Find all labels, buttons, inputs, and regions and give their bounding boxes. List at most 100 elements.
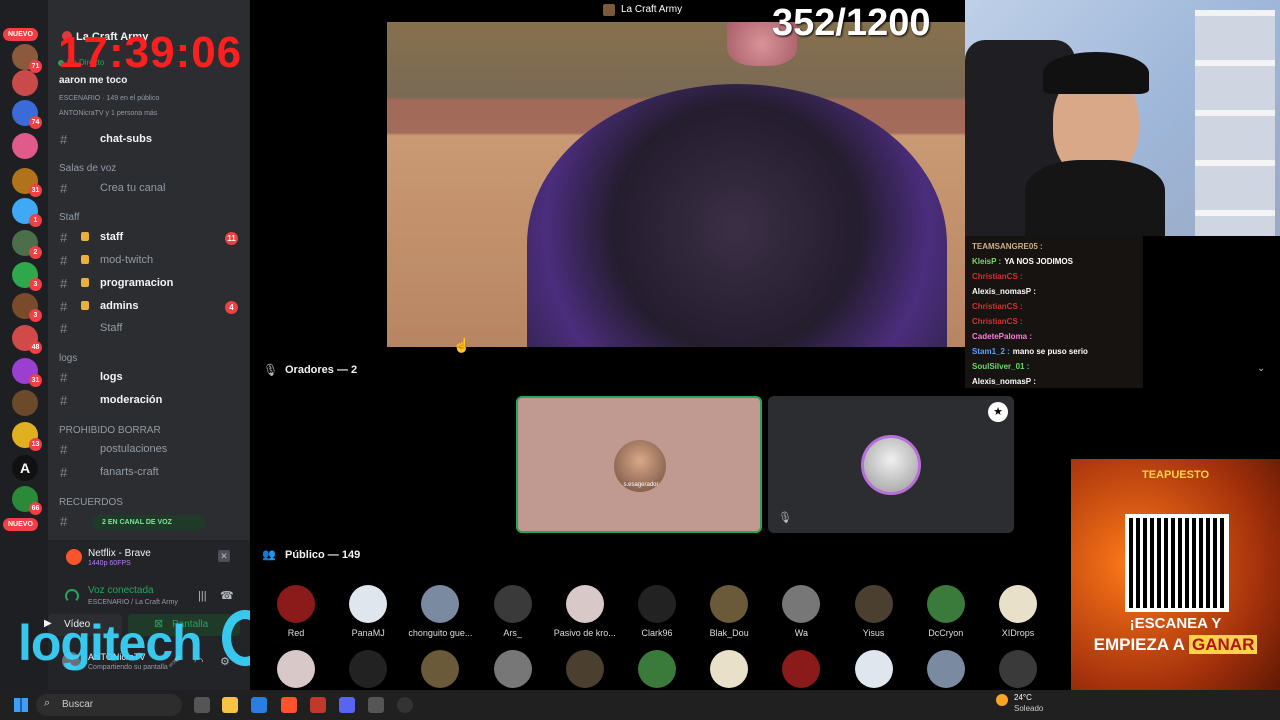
voice-status[interactable]: Voz conectada [88,585,154,596]
server-icon[interactable]: 13 [12,422,42,451]
server-icon[interactable]: 71 [12,44,42,73]
lock-icon [81,232,89,241]
brave-icon[interactable] [281,697,297,713]
ad-line3: GANAR [1189,635,1258,654]
server-icon[interactable]: 3 [12,293,42,322]
channel-item[interactable]: # chat-subs [48,130,250,150]
audience-avatar[interactable] [854,650,893,688]
chat-message: ChristianCS : [972,272,1026,281]
channel-item[interactable]: # postulaciones [48,440,250,460]
channel-item[interactable]: # admins 4 [48,297,250,317]
audience-avatar[interactable] [638,585,676,623]
chat-text: YA NOS JODIMOS [1004,257,1073,266]
audience-avatar[interactable] [493,650,532,688]
channel-item[interactable]: # staff 11 [48,228,250,248]
audience-avatar[interactable] [854,585,893,623]
hash-icon: # [60,181,68,196]
mention-count-badge: 11 [225,232,238,245]
clock-overlay: 17:39:06 [58,28,243,77]
server-icon[interactable]: 1 [12,198,42,227]
audience-avatar[interactable] [565,585,604,623]
windows-start-icon[interactable] [14,698,28,712]
audience-avatar[interactable] [999,650,1037,688]
channel-name: chat-subs [100,133,152,145]
close-icon[interactable]: ✕ [218,550,230,562]
star-icon[interactable]: ★ [988,402,1008,422]
speaker-tile[interactable]: s.esagerador [516,396,762,533]
audience-avatar[interactable] [349,650,388,688]
audience-avatar[interactable] [710,585,749,623]
server-icon[interactable] [12,133,38,159]
hash-icon: # [60,465,68,480]
sponsor-ad: TEAPUESTO ¡ESCANEA Y EMPIEZA A GANAR [1071,459,1280,720]
audience-avatar[interactable] [926,585,965,623]
chat-message: CadetePaloma : [972,332,1035,341]
channel-item[interactable]: # Staff [48,319,250,339]
channel-name: postulaciones [100,443,168,455]
channel-category[interactable]: Salas de voz [59,163,116,174]
channel-item[interactable]: # programacion [48,274,250,294]
discord-icon[interactable] [339,697,355,713]
task-view-icon[interactable] [194,697,210,713]
server-icon[interactable]: 3 [12,262,42,291]
muted-mic-icon: 🎙 [778,512,792,524]
audience-avatar[interactable] [349,585,388,623]
channel-item[interactable]: # mod-twitch [48,251,250,271]
logitech-logo: logitech [18,615,203,671]
event-info: ESCENARIO · 149 en el público [59,95,160,102]
app-icon[interactable] [310,697,326,713]
audience-avatar[interactable] [999,585,1037,623]
chat-username: Alexis_nomasP : [972,287,1036,296]
audience-avatar[interactable] [710,650,749,688]
audience-name: XIDrops [1001,628,1035,638]
audience-avatar[interactable] [638,650,676,688]
server-icon[interactable] [12,390,38,416]
screen-share-stream[interactable] [387,22,965,347]
weather-desc[interactable]: Soleado [1014,704,1043,713]
chat-username: ChristianCS : [972,317,1023,326]
chevron-down-icon[interactable]: ⌄ [1257,363,1265,374]
server-icon[interactable]: 74 [12,100,42,129]
file-explorer-icon[interactable] [222,697,238,713]
channel-category[interactable]: RECUERDOS [59,497,123,508]
new-badge: NUEVO [3,518,38,531]
disconnect-icon[interactable]: ☎ [220,589,234,602]
channel-item[interactable]: # fanarts-craft [48,463,250,483]
audience-avatar[interactable] [277,650,315,688]
audience-avatar[interactable] [565,650,604,688]
ad-line2-group: EMPIEZA A GANAR [1071,635,1280,655]
voice-count-pill[interactable]: 2 EN CANAL DE VOZ [92,515,206,530]
server-icon[interactable]: 48 [12,325,42,354]
speaker-tile[interactable]: ★ [768,396,1014,533]
server-icon[interactable]: 31 [12,358,42,387]
voice-location[interactable]: ESCENARIO / La Craft Army [88,599,178,606]
chat-message: Alexis_nomasP : [972,377,1039,386]
channel-category[interactable]: logs [59,353,77,364]
hash-icon: # [60,370,68,385]
channel-sidebar: La Craft Army En Directo aaron me toco E… [44,0,250,690]
chat-username: TEAMSANGRE05 : [972,242,1043,251]
channel-name: staff [100,231,124,243]
noise-icon[interactable]: ||| [198,590,207,602]
server-icon[interactable]: 2 [12,230,42,259]
channel-category[interactable]: Staff [59,212,79,223]
server-icon[interactable]: A [12,455,38,481]
server-icon[interactable]: 31 [12,168,42,197]
channel-item[interactable]: # Crea tu canal [48,179,250,199]
obs-icon[interactable] [397,697,413,713]
server-icon[interactable]: 66 [12,486,42,515]
store-icon[interactable] [251,697,267,713]
audience-avatar[interactable] [277,585,315,623]
settings-icon[interactable] [368,697,384,713]
channel-category[interactable]: PROHIBIDO BORRAR [59,425,161,436]
streamer-cap [1043,52,1149,94]
channel-item[interactable]: # logs [48,368,250,388]
channel-name: Staff [100,322,123,334]
speaker-tile-label: s.esagerador [623,482,659,488]
search-box[interactable]: ⌕ Buscar [36,694,182,716]
server-icon[interactable] [12,70,38,96]
channel-item[interactable]: # moderación [48,391,250,411]
audience-avatar[interactable] [926,650,965,688]
weather-temp[interactable]: 24°C [1014,693,1032,702]
audience-avatar[interactable] [493,585,532,623]
